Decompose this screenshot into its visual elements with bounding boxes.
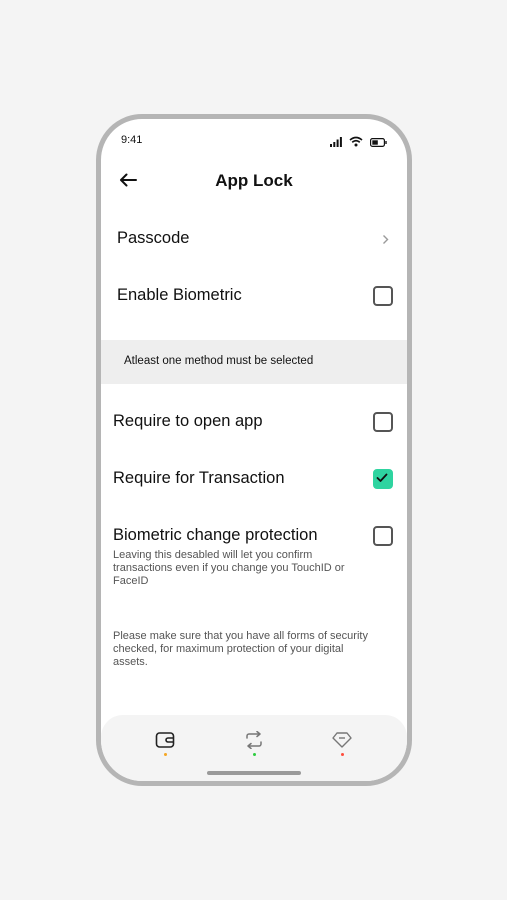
status-time: 9:41 — [121, 134, 143, 146]
nav-wallet[interactable] — [150, 731, 180, 761]
app-screen: 9:41 App Lock Passcode Enable Biometric … — [101, 119, 407, 781]
checkmark-icon — [376, 473, 388, 482]
security-note: Please make sure that you have all forms… — [113, 630, 368, 668]
nav-swap[interactable] — [239, 731, 269, 761]
diamond-indicator-dot — [340, 753, 344, 756]
phone-frame: 9:41 App Lock Passcode Enable Biometric … — [96, 114, 412, 786]
require-open-app-checkbox[interactable] — [373, 412, 393, 432]
notice-band: Atleast one method must be selected — [101, 340, 407, 384]
battery-icon — [370, 134, 387, 152]
wifi-icon — [349, 134, 363, 152]
biometric-change-checkbox[interactable] — [373, 526, 393, 546]
enable-biometric-row: Enable Biometric — [101, 282, 407, 310]
diamond-icon — [332, 732, 352, 748]
notice-text: Atleast one method must be selected — [124, 355, 314, 367]
require-transaction-checkbox[interactable] — [373, 469, 393, 489]
wallet-icon — [155, 732, 175, 748]
require-open-app-label: Require to open app — [113, 412, 263, 430]
wallet-indicator-dot — [163, 753, 167, 756]
signal-icon — [330, 134, 342, 152]
biometric-change-label: Biometric change protection — [113, 526, 318, 544]
home-indicator — [207, 771, 301, 775]
passcode-label: Passcode — [117, 229, 190, 247]
require-transaction-row: Require for Transaction — [101, 465, 407, 493]
header: App Lock — [101, 167, 407, 195]
require-open-app-row: Require to open app — [101, 408, 407, 436]
chevron-right-icon — [382, 232, 389, 248]
nav-diamond[interactable] — [327, 731, 357, 761]
swap-icon — [246, 731, 262, 749]
page-title: App Lock — [215, 171, 293, 190]
passcode-row[interactable]: Passcode — [101, 225, 407, 253]
status-icons — [330, 134, 387, 152]
biometric-change-description: Leaving this desabled will let you confi… — [113, 549, 345, 587]
require-transaction-label: Require for Transaction — [113, 469, 285, 487]
enable-biometric-label: Enable Biometric — [117, 286, 242, 304]
status-bar: 9:41 — [101, 131, 407, 151]
swap-indicator-dot — [252, 753, 256, 756]
biometric-change-row: Biometric change protection — [101, 522, 407, 550]
enable-biometric-checkbox[interactable] — [373, 286, 393, 306]
